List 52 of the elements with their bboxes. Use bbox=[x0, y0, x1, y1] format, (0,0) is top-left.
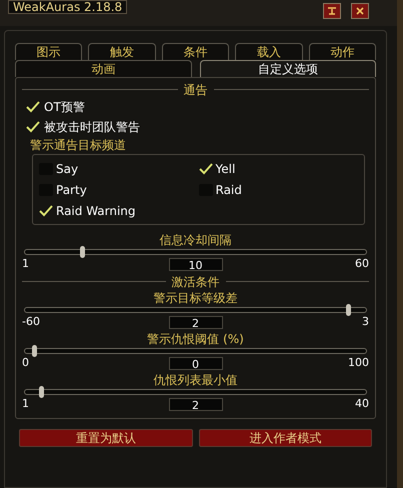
tab[interactable]: 自定义选项 bbox=[200, 60, 376, 77]
close-icon bbox=[356, 7, 364, 15]
slider-min: -60 bbox=[22, 314, 41, 330]
checkbox-label: Say bbox=[56, 160, 78, 178]
checkbox-label: Raid bbox=[216, 182, 242, 198]
slider-max: 40 bbox=[354, 396, 369, 412]
tab[interactable]: 动作 bbox=[308, 43, 376, 60]
value-field[interactable]: 10 bbox=[168, 258, 222, 270]
collapse-icon bbox=[327, 7, 337, 15]
checkbox-label: Raid Warning bbox=[56, 202, 136, 220]
value-field[interactable]: 2 bbox=[168, 316, 222, 328]
slider-thumb[interactable] bbox=[80, 246, 85, 258]
slider-label: 仇恨列表最小值 bbox=[154, 373, 238, 387]
slider-thumb[interactable] bbox=[346, 304, 351, 316]
slider-min: 0 bbox=[22, 354, 30, 371]
check-icon[interactable] bbox=[198, 162, 212, 174]
slider-min: 1 bbox=[22, 256, 30, 272]
slider-max: 3 bbox=[361, 314, 369, 330]
tab[interactable]: 触发 bbox=[88, 43, 156, 60]
slider-max: 60 bbox=[354, 256, 369, 272]
group-label: 警示通告目标频道 bbox=[29, 137, 127, 154]
slider-max: 100 bbox=[347, 354, 369, 371]
check-icon[interactable] bbox=[39, 204, 53, 216]
section-header: 激活条件 bbox=[172, 274, 220, 288]
window-title: WeakAuras 2.18.8 bbox=[8, 0, 128, 14]
slider-track[interactable] bbox=[24, 389, 367, 395]
tab[interactable]: 图示 bbox=[15, 43, 82, 60]
slider-thumb[interactable] bbox=[39, 386, 44, 398]
slider-thumb[interactable] bbox=[32, 345, 38, 357]
action-button[interactable]: 进入作者模式 bbox=[198, 429, 372, 447]
slider-label: 信息冷却间隔 bbox=[160, 233, 232, 247]
tab[interactable]: 条件 bbox=[162, 43, 230, 60]
section-header: 通告 bbox=[184, 82, 208, 96]
slider-track[interactable] bbox=[24, 307, 367, 313]
collapse-button[interactable] bbox=[323, 3, 341, 19]
value-field[interactable]: 0 bbox=[168, 356, 222, 370]
tab[interactable]: 动画 bbox=[15, 60, 192, 77]
close-button[interactable] bbox=[351, 3, 369, 19]
checkbox-label: Party bbox=[56, 182, 87, 198]
action-button[interactable]: 重置为默认 bbox=[19, 429, 192, 447]
check-icon[interactable] bbox=[26, 121, 40, 133]
checkbox-label: OT预警 bbox=[44, 99, 85, 116]
slider-min: 1 bbox=[22, 396, 30, 412]
checkbox-label: 被攻击时团队警告 bbox=[44, 119, 140, 136]
tab[interactable]: 载入 bbox=[235, 43, 303, 60]
slider-label: 警示仇恨阈值 (%) bbox=[147, 332, 244, 346]
slider-track[interactable] bbox=[24, 249, 367, 255]
checkbox-label: Yell bbox=[216, 160, 236, 178]
slider-track[interactable] bbox=[24, 348, 367, 354]
value-field[interactable]: 2 bbox=[168, 398, 222, 410]
check-icon[interactable] bbox=[26, 101, 40, 113]
slider-label: 警示目标等级差 bbox=[154, 291, 238, 305]
